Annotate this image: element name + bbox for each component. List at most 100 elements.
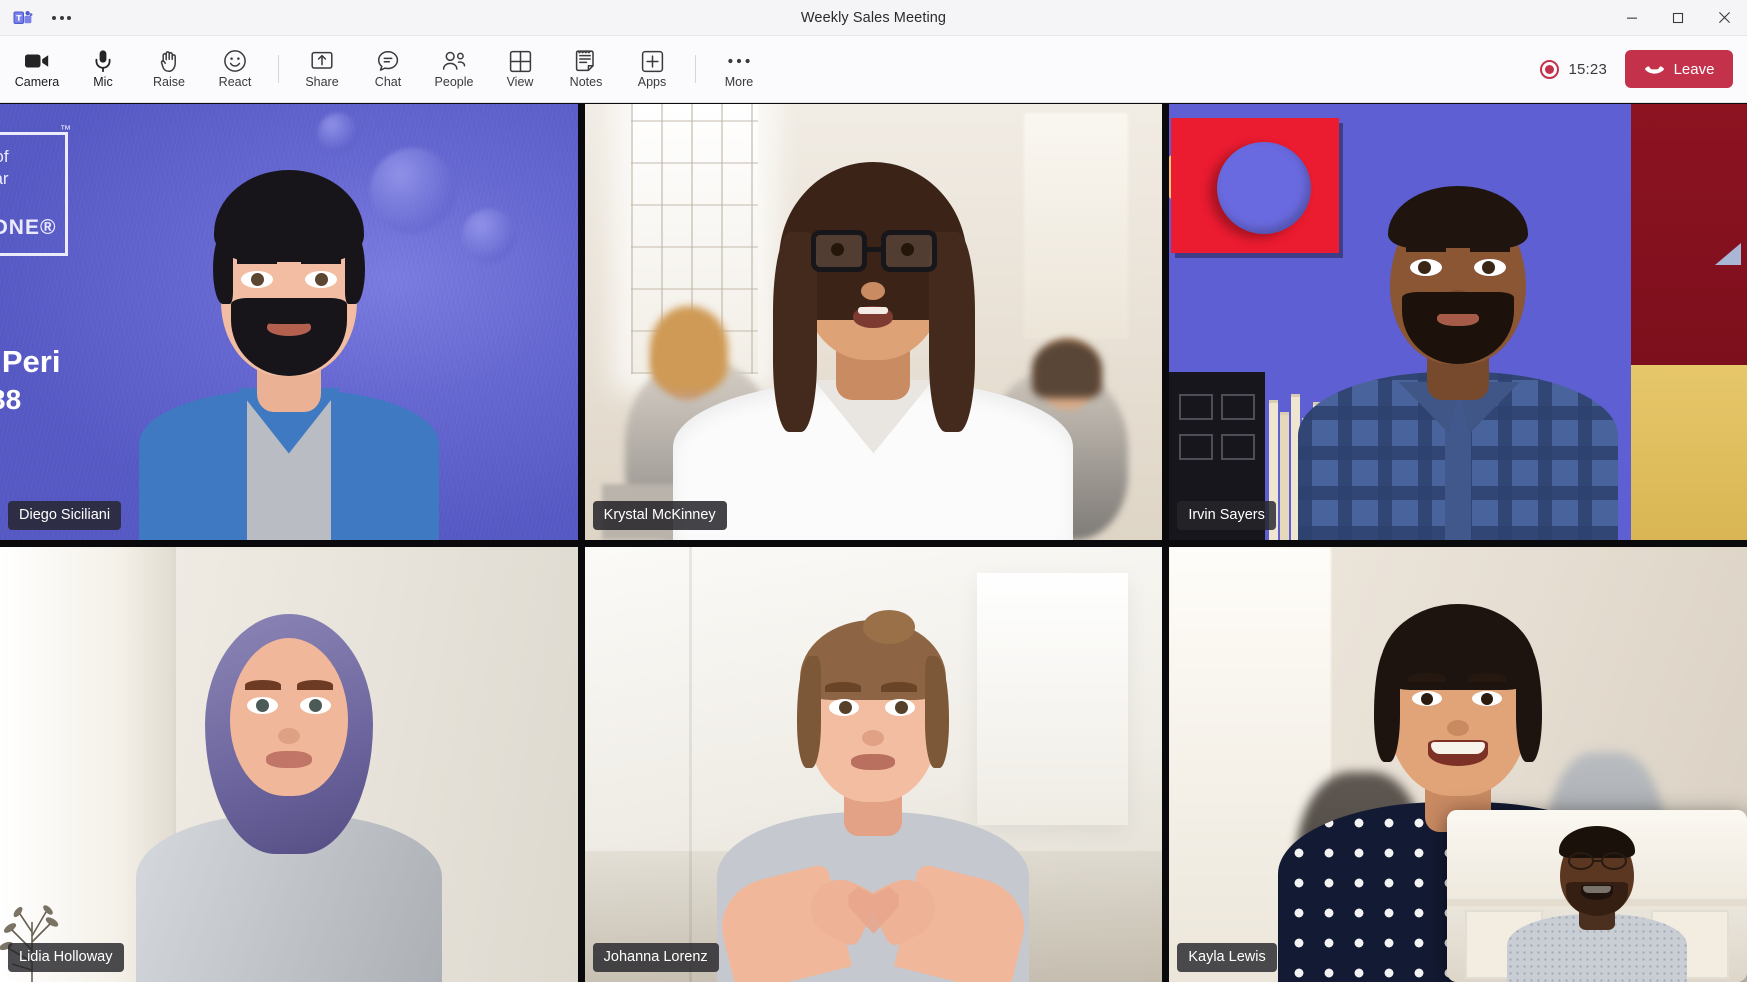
camera-button[interactable]: Camera	[4, 40, 70, 98]
hangup-icon	[1644, 63, 1665, 75]
participant-name: Irvin Sayers	[1177, 501, 1276, 530]
self-view-pip[interactable]	[1447, 810, 1747, 982]
shelf-box	[1221, 434, 1255, 460]
avatar-hair	[214, 170, 364, 262]
subject-teeth	[858, 307, 888, 314]
leave-label: Leave	[1674, 61, 1715, 78]
avatar-brow-left	[1406, 242, 1446, 252]
pantone-tm: ™	[60, 124, 71, 136]
avatar-pupil-right	[315, 273, 328, 286]
pantone-line1: r of	[0, 146, 9, 169]
maximize-button[interactable]	[1655, 0, 1701, 35]
recording-indicator: 15:23	[1540, 60, 1607, 79]
avatar-mustache	[1428, 301, 1488, 314]
share-label: Share	[305, 76, 338, 89]
avatar-pupil-left	[1418, 261, 1431, 274]
background-triangle	[1715, 243, 1741, 265]
raise-hand-icon	[158, 49, 180, 73]
window-title: Weekly Sales Meeting	[0, 10, 1747, 26]
subject-pupil-left	[1421, 693, 1433, 705]
subject-brow-right	[1468, 673, 1506, 682]
subject-teeth	[1431, 742, 1485, 754]
participant-name: Johanna Lorenz	[593, 943, 719, 972]
chat-label: Chat	[375, 76, 401, 89]
pip-subject	[1502, 810, 1692, 982]
avatar-pupil-left	[256, 699, 269, 712]
chat-button[interactable]: Chat	[355, 40, 421, 98]
avatar-brow-right	[881, 682, 917, 692]
view-label: View	[507, 76, 534, 89]
participant-name: Krystal McKinney	[593, 501, 727, 530]
share-screen-icon	[310, 49, 334, 73]
record-dot-icon	[1540, 60, 1559, 79]
video-subject-krystal	[663, 140, 1083, 540]
subject-hair-side-r	[1516, 646, 1542, 762]
avatar-pupil-left	[251, 273, 264, 286]
camera-label: Camera	[15, 76, 59, 89]
participant-tile-irvin-sayers[interactable]: Irvin Sayers	[1169, 104, 1747, 540]
avatar-hair-bun	[863, 610, 915, 644]
pip-glasses-bridge	[1593, 860, 1602, 862]
avatar-mouth	[266, 751, 312, 768]
avatar-hair-side-l	[797, 656, 821, 768]
participant-grid: ™ r of ear TONE® y Peri 38	[0, 104, 1747, 982]
pantone-line2: ear	[0, 168, 9, 191]
video-stage: ™ r of ear TONE® y Peri 38	[0, 104, 1747, 982]
close-button[interactable]	[1701, 0, 1747, 35]
teams-logo	[12, 7, 34, 29]
elapsed-time: 15:23	[1568, 61, 1607, 78]
avatar-hair-side-l	[213, 234, 233, 304]
background-wall-edge	[689, 547, 692, 982]
people-icon	[441, 49, 467, 73]
avatar-mustache	[258, 310, 320, 324]
minimize-icon	[1626, 12, 1638, 24]
subject-pupil-right	[901, 243, 914, 256]
raise-hand-button[interactable]: Raise	[136, 40, 202, 98]
apps-button[interactable]: Apps	[619, 40, 685, 98]
notes-label: Notes	[570, 76, 603, 89]
participant-tile-krystal-mckinney[interactable]: Krystal McKinney	[585, 104, 1163, 540]
notes-button[interactable]: Notes	[553, 40, 619, 98]
participant-tile-diego-siciliani[interactable]: ™ r of ear TONE® y Peri 38	[0, 104, 578, 540]
minimize-button[interactable]	[1609, 0, 1655, 35]
share-button[interactable]: Share	[289, 40, 355, 98]
avatar-pupil-right	[1482, 261, 1495, 274]
react-button[interactable]: React	[202, 40, 268, 98]
background-yellow-cabinet	[1631, 365, 1747, 539]
people-button[interactable]: People	[421, 40, 487, 98]
pip-subject-hair	[1559, 826, 1635, 858]
leave-button[interactable]: Leave	[1625, 50, 1733, 88]
avatar-face	[230, 638, 348, 796]
participant-tile-johanna-lorenz[interactable]: Johanna Lorenz	[585, 547, 1163, 982]
participant-name: Diego Siciliani	[8, 501, 121, 530]
toolbar-divider	[278, 55, 279, 83]
participant-name: Kayla Lewis	[1177, 943, 1276, 972]
participant-tile-kayla-lewis[interactable]: Kayla Lewis	[1169, 547, 1747, 982]
more-button[interactable]: More	[706, 40, 772, 98]
meeting-toolbar: Camera Mic Raise React	[0, 36, 1747, 103]
chat-bubble-icon	[376, 49, 400, 73]
avatar-diego	[124, 140, 454, 540]
avatar-nose	[862, 730, 884, 746]
view-button[interactable]: View	[487, 40, 553, 98]
glasses-bridge	[866, 247, 882, 252]
window-controls	[1609, 0, 1747, 35]
avatar-pupil-right	[309, 699, 322, 712]
subject-pupil-left	[831, 243, 844, 256]
decorative-blob	[462, 209, 516, 263]
participant-tile-lidia-holloway[interactable]: Lidia Holloway	[0, 547, 578, 982]
avatar-johanna	[703, 582, 1043, 982]
shelf-box	[1179, 394, 1213, 420]
avatar-brow-left	[237, 253, 277, 264]
avatar-brow-right	[301, 253, 341, 264]
avatar-mouth	[851, 754, 895, 770]
people-label: People	[435, 76, 474, 89]
shelf-box	[1221, 394, 1255, 420]
subject-nose	[1447, 720, 1469, 736]
subject-brow-left	[1408, 673, 1446, 682]
microphone-icon	[92, 49, 114, 73]
pip-glasses-right	[1601, 852, 1627, 870]
mic-button[interactable]: Mic	[70, 40, 136, 98]
mic-label: Mic	[93, 76, 112, 89]
app-overflow-menu-button[interactable]	[48, 10, 75, 26]
